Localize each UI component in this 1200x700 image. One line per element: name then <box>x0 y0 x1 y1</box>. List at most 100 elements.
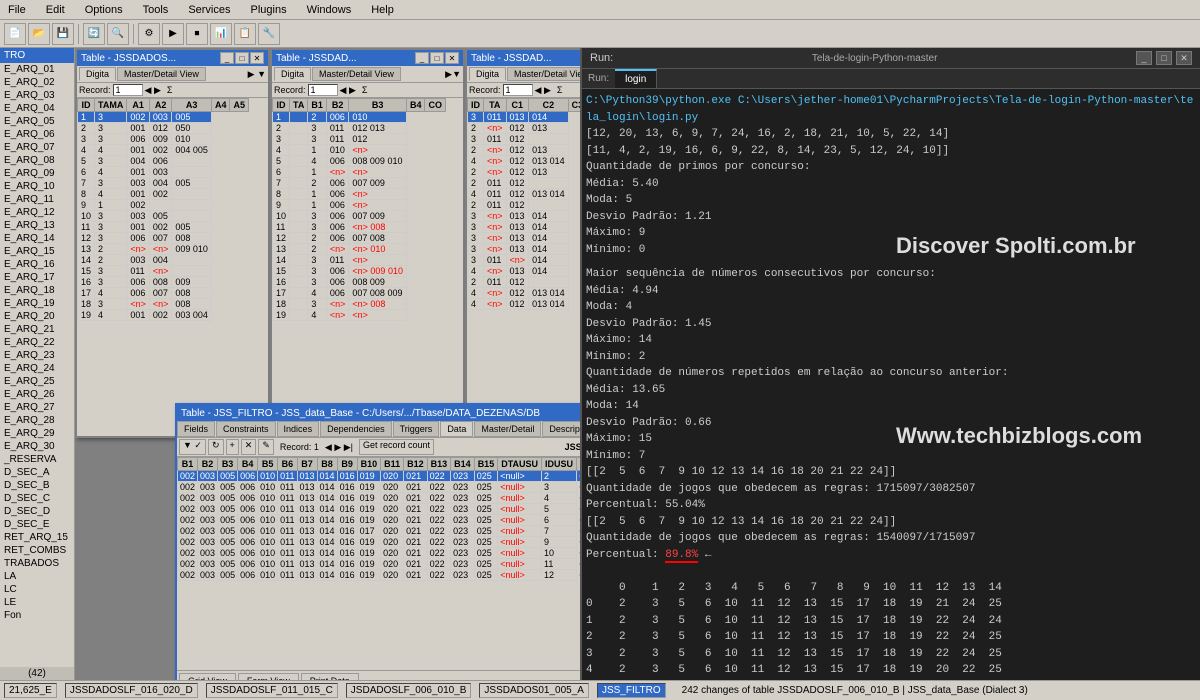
left-panel-item-dsecb[interactable]: D_SEC_B <box>0 479 74 492</box>
left-panel-item-arq19[interactable]: E_ARQ_19 <box>0 297 74 310</box>
left-panel-item-arq10[interactable]: E_ARQ_10 <box>0 180 74 193</box>
left-panel-item-arq25[interactable]: E_ARQ_25 <box>0 375 74 388</box>
tb-btn7[interactable]: 📋 <box>234 23 256 45</box>
left-panel-item-le[interactable]: LE <box>0 596 74 609</box>
bw-tb-edit[interactable]: ✎ <box>258 439 274 455</box>
save-btn[interactable]: 💾 <box>52 23 74 45</box>
bw-tab-triggers[interactable]: Triggers <box>393 421 440 437</box>
terminal-tab-login[interactable]: login <box>615 69 657 88</box>
tw2-tab-digita[interactable]: Digita <box>274 67 311 81</box>
bw-tab-constraints[interactable]: Constraints <box>216 421 276 437</box>
left-panel-item-arq02[interactable]: E_ARQ_02 <box>0 76 74 89</box>
bw-tab-data[interactable]: Data <box>440 421 473 437</box>
tw1-tab-master[interactable]: Master/Detail View <box>117 67 206 81</box>
bw-form-view-btn[interactable]: Form View <box>238 673 299 680</box>
menu-edit[interactable]: Edit <box>42 2 69 18</box>
tw2-minimize[interactable]: _ <box>415 52 429 64</box>
left-panel-item-arq26[interactable]: E_ARQ_26 <box>0 388 74 401</box>
left-panel-item-arq29[interactable]: E_ARQ_29 <box>0 427 74 440</box>
bw-print-data-btn[interactable]: Print Data <box>301 673 359 680</box>
terminal-close[interactable]: ✕ <box>1176 51 1192 65</box>
tw1-record-input[interactable] <box>113 84 143 96</box>
left-panel-item-arq09[interactable]: E_ARQ_09 <box>0 167 74 180</box>
bw-tb-add[interactable]: + <box>226 439 239 455</box>
tw3-grid[interactable]: ID TA C1 C2 C3 C4 30110130142<n>01201330… <box>467 98 580 436</box>
left-panel-item-arq23[interactable]: E_ARQ_23 <box>0 349 74 362</box>
menu-services[interactable]: Services <box>184 2 234 18</box>
tb-btn6[interactable]: 📊 <box>210 23 232 45</box>
tb-btn3[interactable]: ⚙ <box>138 23 160 45</box>
left-panel-item-arq30[interactable]: E_ARQ_30 <box>0 440 74 453</box>
left-panel-item-trabados[interactable]: TRABADOS <box>0 557 74 570</box>
left-panel-item-dseca[interactable]: D_SEC_A <box>0 466 74 479</box>
bw-tab-fields[interactable]: Fields <box>177 421 215 437</box>
bw-get-record-btn[interactable]: Get record count <box>359 439 434 455</box>
tw2-record-input[interactable] <box>308 84 338 96</box>
left-panel-item-arq17[interactable]: E_ARQ_17 <box>0 271 74 284</box>
menu-file[interactable]: File <box>4 2 30 18</box>
left-panel-item-arq16[interactable]: E_ARQ_16 <box>0 258 74 271</box>
left-panel-item-arq28[interactable]: E_ARQ_28 <box>0 414 74 427</box>
bw-grid-view-btn[interactable]: Grid View <box>179 673 236 680</box>
bw-tab-masterdetail[interactable]: Master/Detail <box>474 421 541 437</box>
tw1-close[interactable]: ✕ <box>250 52 264 64</box>
left-panel-item-retcombs[interactable]: RET_COMBS <box>0 544 74 557</box>
left-panel-item-arq12[interactable]: E_ARQ_12 <box>0 206 74 219</box>
bw-tab-description[interactable]: Description <box>542 421 580 437</box>
menu-windows[interactable]: Windows <box>303 2 356 18</box>
left-panel-item-reserva[interactable]: _RESERVA <box>0 453 74 466</box>
left-panel-item-arq20[interactable]: E_ARQ_20 <box>0 310 74 323</box>
left-panel-item-dsece[interactable]: D_SEC_E <box>0 518 74 531</box>
status-item4[interactable]: JSSDADOS01_005_A <box>479 683 589 698</box>
tb-btn4[interactable]: ▶ <box>162 23 184 45</box>
tw2-grid[interactable]: ID TA B1 B2 B3 B4 CO 1200601023011012 01… <box>272 98 463 436</box>
status-item-jss[interactable]: JSS_FILTRO <box>597 683 666 698</box>
tw1-minimize[interactable]: _ <box>220 52 234 64</box>
left-panel-item-arq01[interactable]: E_ARQ_01 <box>0 63 74 76</box>
left-panel-item-dsecd[interactable]: D_SEC_D <box>0 505 74 518</box>
left-panel-item-arq13[interactable]: E_ARQ_13 <box>0 219 74 232</box>
open-btn[interactable]: 📂 <box>28 23 50 45</box>
menu-tools[interactable]: Tools <box>139 2 173 18</box>
tw1-tab-digita[interactable]: Digita <box>79 67 116 81</box>
left-panel-item-fon[interactable]: Fon <box>0 609 74 622</box>
left-panel-item-arq07[interactable]: E_ARQ_07 <box>0 141 74 154</box>
tb-btn5[interactable]: ⏹ <box>186 23 208 45</box>
tw3-tab-master[interactable]: Master/Detail View <box>507 67 580 81</box>
tw1-maximize[interactable]: □ <box>235 52 249 64</box>
left-panel-item-lc[interactable]: LC <box>0 583 74 596</box>
menu-help[interactable]: Help <box>367 2 398 18</box>
bw-tb-delete[interactable]: ✕ <box>241 439 257 455</box>
status-item1[interactable]: JSSDADOSLF_016_020_D <box>65 683 198 698</box>
menu-plugins[interactable]: Plugins <box>247 2 291 18</box>
left-panel-item-arq05[interactable]: E_ARQ_05 <box>0 115 74 128</box>
bw-tb-refresh[interactable]: ↻ <box>208 439 224 455</box>
bw-tb-filter[interactable]: ▼ ✓ <box>179 439 206 455</box>
tw1-grid[interactable]: ID TAMA A1 A2 A3 A4 A5 13002003005230010… <box>77 98 268 436</box>
left-panel-item-la[interactable]: LA <box>0 570 74 583</box>
new-btn[interactable]: 📄 <box>4 23 26 45</box>
left-panel-item-arq04[interactable]: E_ARQ_04 <box>0 102 74 115</box>
left-panel-item-arq06[interactable]: E_ARQ_06 <box>0 128 74 141</box>
left-panel-item-arq14[interactable]: E_ARQ_14 <box>0 232 74 245</box>
terminal-maximize[interactable]: □ <box>1156 51 1172 65</box>
left-panel-item-arq15[interactable]: E_ARQ_15 <box>0 245 74 258</box>
tw2-maximize[interactable]: □ <box>430 52 444 64</box>
bw-tab-indices[interactable]: Indices <box>277 421 320 437</box>
left-panel-item-dsecc[interactable]: D_SEC_C <box>0 492 74 505</box>
left-panel-item-arq24[interactable]: E_ARQ_24 <box>0 362 74 375</box>
bottom-window-grid[interactable]: B1 B2 B3 B4 B5 B6 B7 B8 B9 B10 B11 B12 <box>177 457 580 670</box>
left-panel-item-retarq[interactable]: RET_ARQ_15 <box>0 531 74 544</box>
bw-tab-deps[interactable]: Dependencies <box>320 421 392 437</box>
status-item3[interactable]: JSDADOSLF_006_010_B <box>346 683 472 698</box>
left-panel-item-arq22[interactable]: E_ARQ_22 <box>0 336 74 349</box>
tw3-record-input[interactable] <box>503 84 533 96</box>
left-panel-item-arq21[interactable]: E_ARQ_21 <box>0 323 74 336</box>
left-panel-item-arq03[interactable]: E_ARQ_03 <box>0 89 74 102</box>
status-item2[interactable]: JSSDADOSLF_011_015_C <box>206 683 338 698</box>
terminal-minimize[interactable]: _ <box>1136 51 1152 65</box>
left-panel-item-arq11[interactable]: E_ARQ_11 <box>0 193 74 206</box>
terminal-content[interactable]: C:\Python39\python.exe C:\Users\jether-h… <box>582 89 1200 680</box>
tb-btn8[interactable]: 🔧 <box>258 23 280 45</box>
tw2-tab-master[interactable]: Master/Detail View <box>312 67 401 81</box>
